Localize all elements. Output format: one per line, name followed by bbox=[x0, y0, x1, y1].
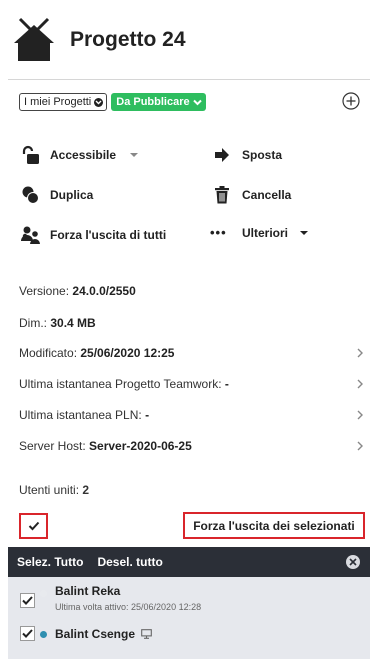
user-last-active: Ultima volta attivo: 25/06/2020 12:28 bbox=[55, 602, 202, 612]
version-value: 24.0.0/2550 bbox=[72, 284, 136, 298]
chevron-right-icon bbox=[357, 348, 363, 358]
user-name: Balint Csenge bbox=[55, 627, 136, 641]
deselect-all-button[interactable]: Desel. tutto bbox=[97, 555, 162, 569]
delete-label: Cancella bbox=[242, 188, 292, 202]
modified-row[interactable]: Modificato: 25/06/2020 12:25 bbox=[19, 344, 364, 362]
pln-snapshot-label: Ultima istantanea PLN: bbox=[19, 408, 142, 422]
server-host-value: Server-2020-06-25 bbox=[89, 439, 192, 453]
server-host-row[interactable]: Server Host: Server-2020-06-25 bbox=[19, 437, 364, 455]
status-filter-label: Da Pubblicare bbox=[116, 96, 190, 108]
joined-users-label: Utenti uniti: bbox=[19, 483, 80, 497]
status-filter-select[interactable]: Da Pubblicare bbox=[111, 93, 206, 111]
selection-toolbar: Selez. Tutto Desel. tutto bbox=[8, 547, 370, 577]
force-logout-all-label: Forza l'uscita di tutti bbox=[50, 228, 167, 242]
caret-down-icon bbox=[300, 230, 309, 235]
chevron-right-icon bbox=[357, 441, 363, 451]
teamwork-snapshot-value: - bbox=[224, 377, 229, 391]
user-checkbox[interactable] bbox=[20, 626, 35, 641]
ellipsis-icon: ••• bbox=[210, 225, 227, 240]
accessible-label: Accessibile bbox=[50, 148, 117, 162]
caret-down-icon bbox=[130, 153, 139, 157]
select-all-button[interactable]: Selez. Tutto bbox=[17, 555, 83, 569]
arrow-right-icon bbox=[212, 145, 232, 165]
toggle-select-checkbox[interactable] bbox=[19, 513, 48, 539]
project-header: Progetto 24 bbox=[0, 0, 380, 80]
joined-users-count: Utenti uniti: 2 bbox=[19, 483, 89, 497]
teamwork-house-icon bbox=[14, 17, 54, 61]
size-label: Dim.: bbox=[19, 316, 47, 330]
force-logout-all-action[interactable]: Forza l'uscita di tutti bbox=[20, 225, 166, 245]
move-action[interactable]: Sposta bbox=[212, 145, 282, 165]
online-status-dot bbox=[40, 631, 47, 638]
force-logout-selected-button[interactable]: Forza l'uscita dei selezionati bbox=[183, 512, 365, 539]
size-value: 30.4 MB bbox=[50, 316, 96, 330]
modified-label: Modificato: bbox=[19, 346, 78, 360]
list-item[interactable]: Balint Reka Ultima volta attivo: 25/06/2… bbox=[8, 577, 370, 622]
checkmark-icon bbox=[22, 629, 33, 638]
my-projects-select[interactable]: I miei Progetti bbox=[19, 93, 108, 111]
chevron-down-icon bbox=[94, 97, 104, 107]
add-circle-icon[interactable] bbox=[342, 92, 360, 110]
user-name-row: Balint Csenge bbox=[55, 627, 152, 641]
my-projects-label: I miei Progetti bbox=[24, 96, 92, 108]
duplicate-icon bbox=[20, 185, 40, 205]
more-action[interactable]: ••• Ulteriori bbox=[210, 225, 309, 240]
pln-snapshot-row[interactable]: Ultima istantanea PLN: - bbox=[19, 406, 364, 424]
unlock-icon bbox=[20, 145, 40, 165]
delete-action[interactable]: Cancella bbox=[212, 185, 291, 205]
teamwork-snapshot-row[interactable]: Ultima istantanea Progetto Teamwork: - bbox=[19, 375, 364, 393]
chevron-down-icon bbox=[192, 99, 202, 105]
move-label: Sposta bbox=[242, 148, 283, 162]
header-divider bbox=[8, 79, 370, 80]
close-icon[interactable] bbox=[346, 555, 360, 569]
monitor-icon bbox=[141, 629, 152, 639]
user-name: Balint Reka bbox=[55, 584, 121, 598]
trash-icon bbox=[212, 185, 232, 205]
chevron-right-icon bbox=[357, 379, 363, 389]
joined-users-value: 2 bbox=[82, 483, 90, 497]
chevron-right-icon bbox=[357, 410, 363, 420]
server-host-label: Server Host: bbox=[19, 439, 86, 453]
size-row: Dim.: 30.4 MB bbox=[19, 314, 364, 332]
user-list: Balint Reka Ultima volta attivo: 25/06/2… bbox=[8, 577, 370, 659]
more-label: Ulteriori bbox=[242, 225, 289, 240]
teamwork-snapshot-label: Ultima istantanea Progetto Teamwork: bbox=[19, 377, 222, 391]
accessible-action[interactable]: Accessibile bbox=[20, 145, 139, 165]
list-item[interactable]: Balint Csenge bbox=[8, 622, 370, 659]
users-logout-icon bbox=[20, 225, 40, 245]
checkmark-icon bbox=[28, 521, 39, 531]
project-title: Progetto 24 bbox=[70, 28, 186, 51]
checkmark-icon bbox=[22, 596, 33, 605]
pln-snapshot-value: - bbox=[145, 408, 150, 422]
status-dot bbox=[40, 590, 47, 597]
user-checkbox[interactable] bbox=[20, 593, 35, 608]
modified-value: 25/06/2020 12:25 bbox=[80, 346, 175, 360]
version-label: Versione: bbox=[19, 284, 70, 298]
duplicate-label: Duplica bbox=[50, 188, 94, 202]
version-row: Versione: 24.0.0/2550 bbox=[19, 282, 364, 300]
filter-bar: I miei Progetti Da Pubblicare bbox=[19, 93, 206, 111]
duplicate-action[interactable]: Duplica bbox=[20, 185, 93, 205]
